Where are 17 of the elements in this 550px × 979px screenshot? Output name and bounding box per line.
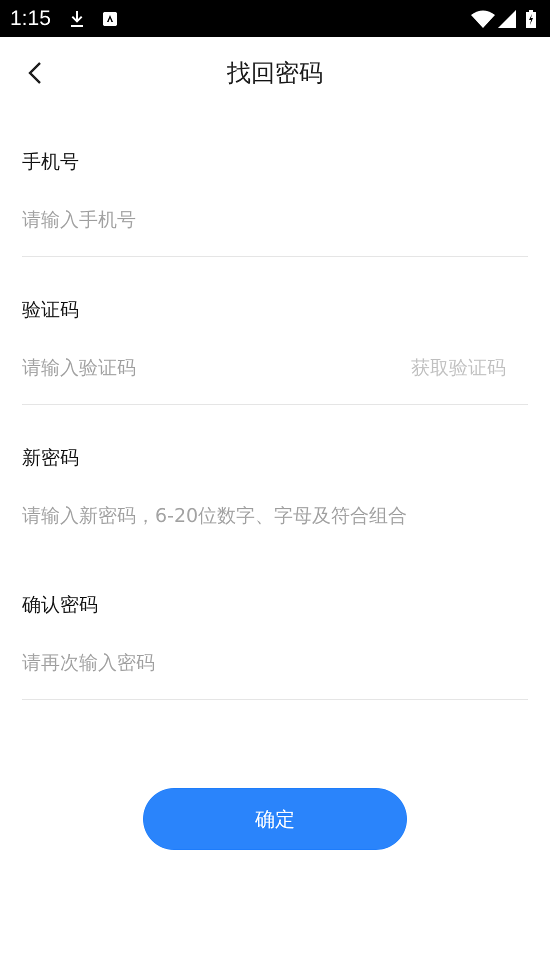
wifi-icon (471, 10, 495, 28)
download-icon (68, 10, 85, 28)
battery-icon (526, 10, 536, 28)
field-label: 确认密码 (22, 593, 99, 618)
input-field[interactable]: 请输入验证码 (22, 345, 401, 391)
confirm-button[interactable]: 确定 (143, 788, 407, 850)
status-time: 1:15 (10, 6, 51, 30)
field-label: 手机号 (22, 150, 80, 175)
input-field[interactable]: 请输入手机号 (22, 197, 528, 243)
field-label: 新密码 (22, 446, 80, 471)
notification-icon (102, 12, 117, 26)
input-field[interactable]: 请再次输入密码 (22, 640, 528, 686)
field-label: 验证码 (22, 298, 80, 323)
page-title: 找回密码 (227, 58, 323, 89)
back-icon[interactable] (28, 61, 42, 85)
input-field[interactable]: 请输入新密码，6-20位数字、字母及符合组合 (22, 493, 528, 539)
signal-icon (498, 10, 516, 28)
